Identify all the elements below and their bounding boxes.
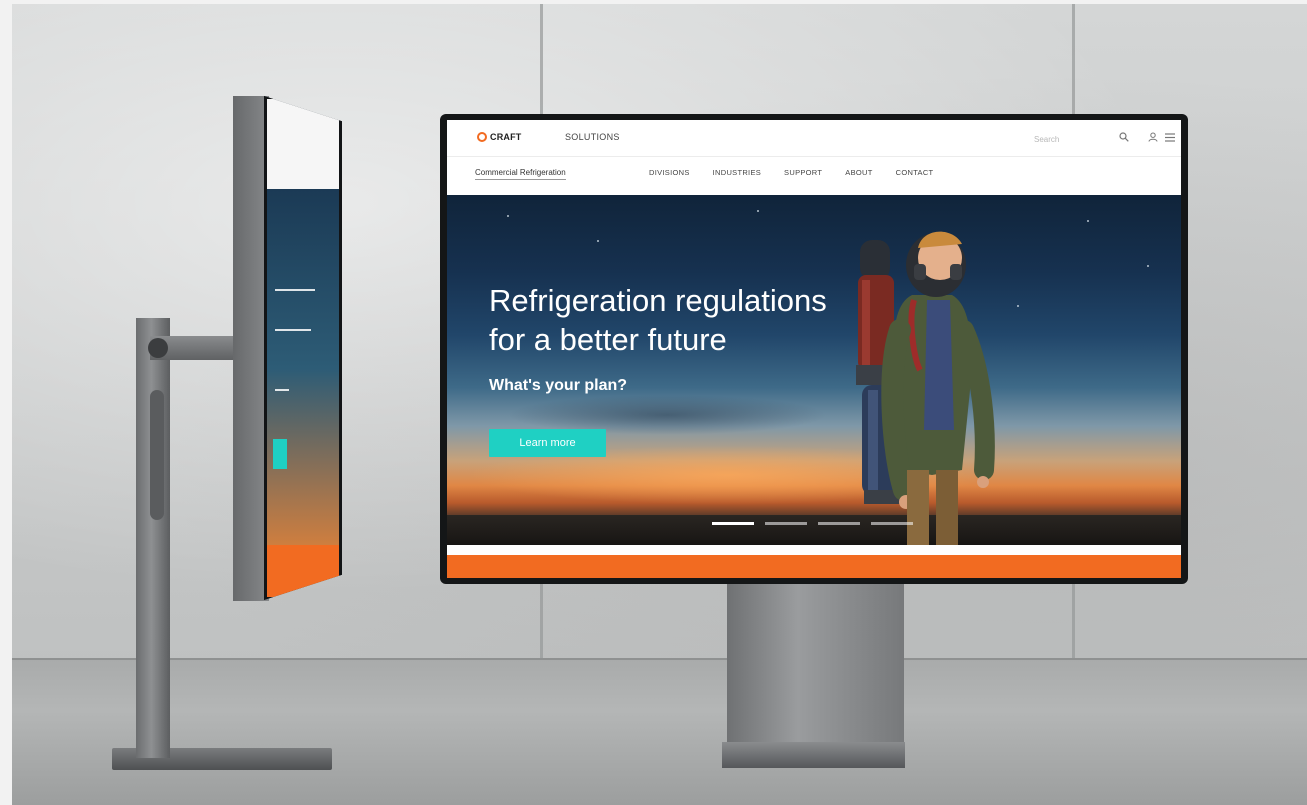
carousel-dot-4[interactable] bbox=[871, 522, 913, 525]
nav-industries[interactable]: INDUSTRIES bbox=[713, 168, 761, 177]
site-logo[interactable]: CRAFT bbox=[477, 132, 522, 142]
site-nav: Commercial Refrigeration DIVISIONS INDUS… bbox=[447, 157, 1181, 195]
orange-footer-band bbox=[447, 555, 1181, 578]
side-screen-text bbox=[275, 389, 289, 391]
side-screen-text bbox=[275, 329, 311, 331]
main-monitor-stand bbox=[727, 580, 904, 745]
hero-title: Refrigeration regulations for a better f… bbox=[489, 283, 827, 357]
side-screen-button bbox=[273, 439, 287, 469]
scene: CRAFT SOLUTIONS Commercial Refrigeration… bbox=[0, 0, 1307, 805]
logo-ring-icon bbox=[477, 132, 487, 142]
hero-subtitle: What's your plan? bbox=[489, 377, 628, 394]
side-monitor-knob bbox=[148, 338, 168, 358]
side-monitor-handle bbox=[150, 390, 164, 520]
astronaut-kid-image bbox=[856, 231, 995, 545]
carousel-indicators bbox=[712, 522, 913, 525]
solutions-link[interactable]: SOLUTIONS bbox=[565, 132, 620, 142]
side-monitor-back bbox=[233, 96, 269, 601]
site-header: CRAFT SOLUTIONS bbox=[447, 120, 1181, 157]
search-icon[interactable] bbox=[1117, 130, 1131, 144]
logo-text: CRAFT bbox=[490, 132, 522, 142]
nav-menu: DIVISIONS INDUSTRIES SUPPORT ABOUT CONTA… bbox=[649, 168, 933, 177]
star bbox=[1147, 265, 1149, 267]
star bbox=[757, 210, 759, 212]
carousel-dot-3[interactable] bbox=[818, 522, 860, 525]
menu-icon[interactable] bbox=[1163, 130, 1177, 144]
nav-support[interactable]: SUPPORT bbox=[784, 168, 822, 177]
nav-contact[interactable]: CONTACT bbox=[896, 168, 934, 177]
star bbox=[597, 240, 599, 242]
concrete-floor bbox=[12, 660, 1307, 805]
main-monitor: CRAFT SOLUTIONS Commercial Refrigeration… bbox=[440, 114, 1188, 584]
side-screen-text bbox=[275, 289, 315, 291]
hero-divider bbox=[447, 545, 1181, 555]
hero-ground bbox=[447, 515, 1181, 545]
side-monitor-screen bbox=[264, 96, 342, 600]
hero-banner: Refrigeration regulations for a better f… bbox=[447, 195, 1181, 545]
side-monitor-pole bbox=[136, 318, 170, 758]
star bbox=[507, 215, 509, 217]
division-selector[interactable]: Commercial Refrigeration bbox=[475, 168, 566, 180]
user-icon[interactable] bbox=[1146, 130, 1160, 144]
star bbox=[1087, 220, 1089, 222]
carousel-dot-1[interactable] bbox=[712, 522, 754, 525]
main-monitor-foot bbox=[722, 742, 905, 768]
search-input[interactable] bbox=[1032, 131, 1106, 147]
nav-about[interactable]: ABOUT bbox=[845, 168, 872, 177]
learn-more-button[interactable]: Learn more bbox=[489, 429, 606, 457]
side-screen-hero bbox=[267, 189, 339, 597]
nav-divisions[interactable]: DIVISIONS bbox=[649, 168, 690, 177]
main-monitor-screen: CRAFT SOLUTIONS Commercial Refrigeration… bbox=[447, 120, 1181, 578]
carousel-dot-2[interactable] bbox=[765, 522, 807, 525]
